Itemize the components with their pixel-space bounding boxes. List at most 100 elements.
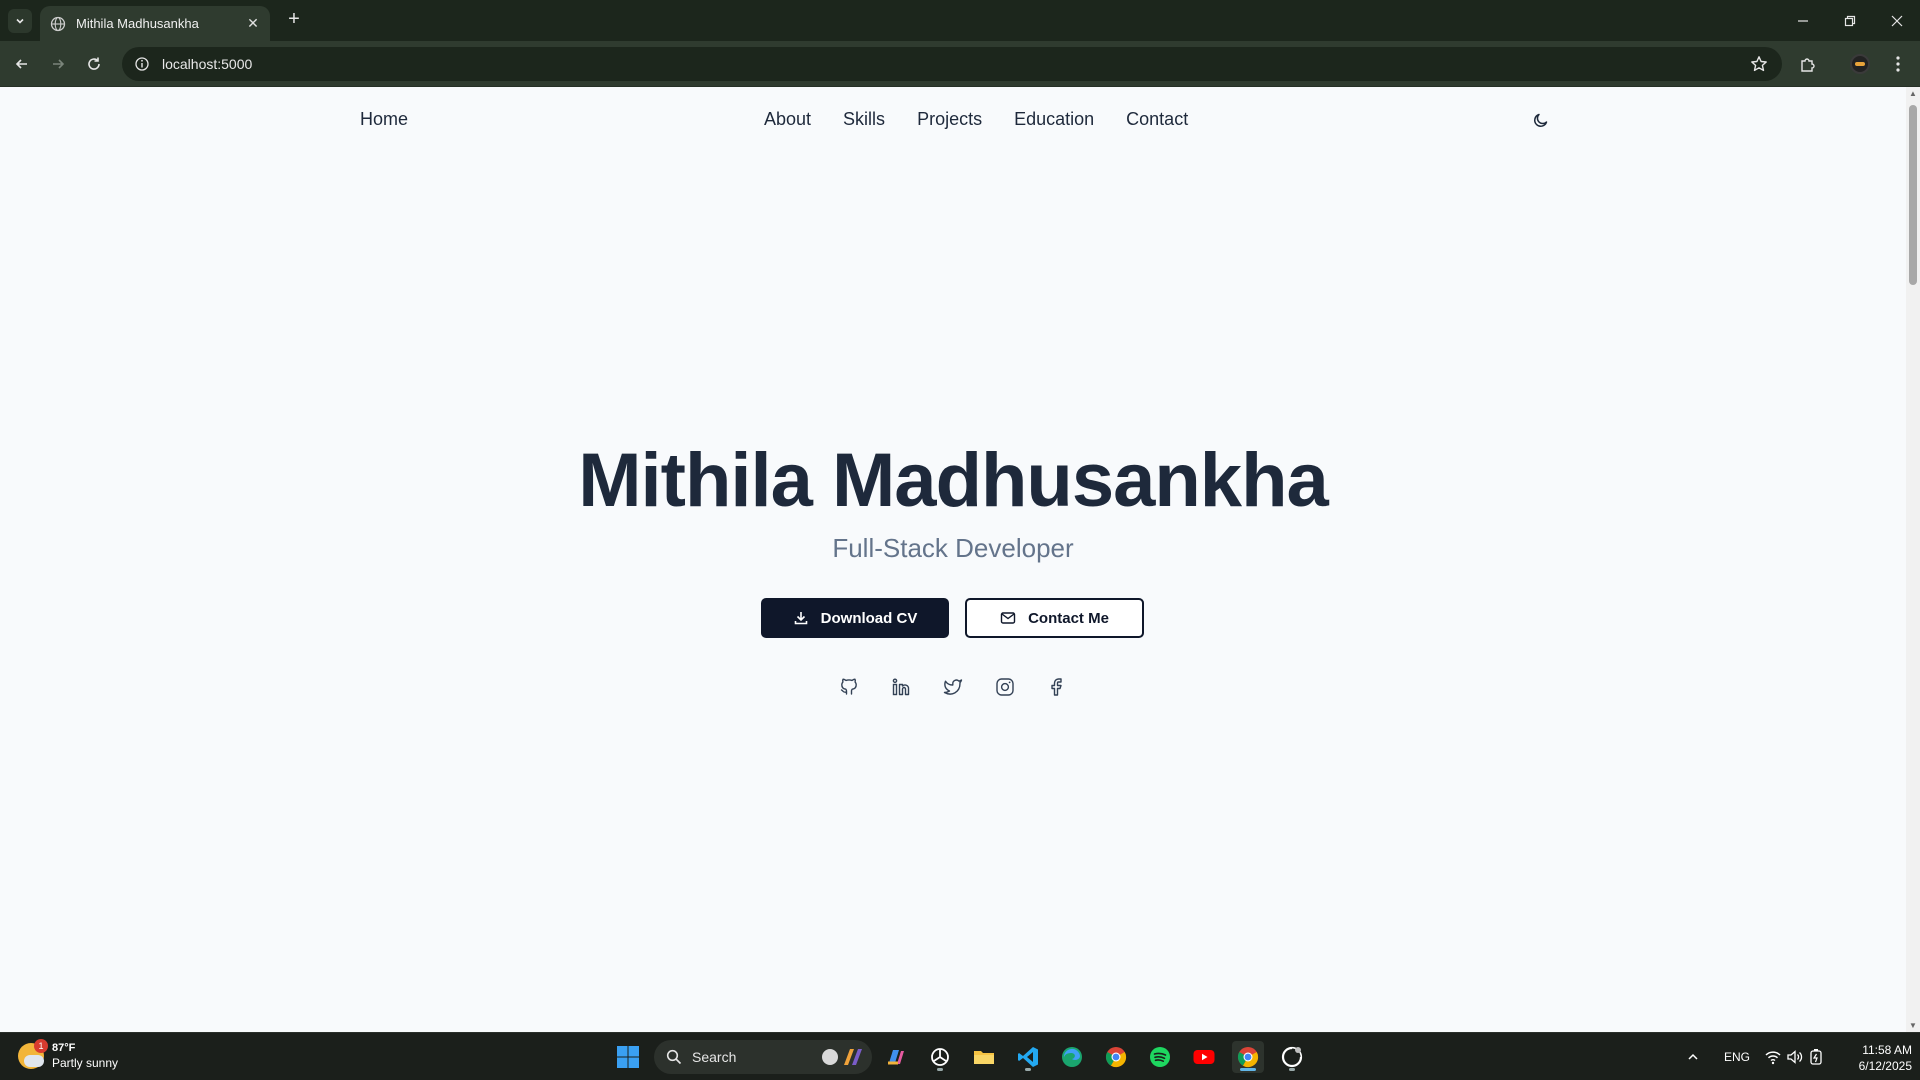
moon-icon [1534, 113, 1548, 127]
page-scrollbar[interactable]: ▲ ▼ [1906, 87, 1920, 1032]
avatar [1850, 54, 1870, 74]
browser-tab-active[interactable]: Mithila Madhusankha ✕ [40, 6, 270, 41]
download-cv-button[interactable]: Download CV [761, 598, 949, 638]
nav-link-contact[interactable]: Contact [1126, 109, 1188, 130]
minimize-button[interactable] [1780, 0, 1826, 41]
close-tab-icon[interactable]: ✕ [244, 15, 262, 32]
puzzle-icon [1801, 58, 1815, 72]
language-indicator[interactable]: ENG [1724, 1033, 1750, 1080]
restore-button[interactable] [1827, 0, 1873, 41]
forward-button[interactable] [46, 52, 70, 76]
volume-icon[interactable] [1786, 1033, 1804, 1080]
youtube-icon [1193, 1050, 1215, 1064]
app-icon [1281, 1046, 1303, 1068]
taskbar-chrome-active[interactable] [1232, 1041, 1264, 1073]
running-indicator [1289, 1068, 1295, 1071]
taskbar-spotify[interactable] [1144, 1041, 1176, 1073]
scroll-up-arrow[interactable]: ▲ [1909, 89, 1917, 98]
close-window-button[interactable] [1874, 0, 1920, 41]
taskbar-youtube[interactable] [1188, 1041, 1220, 1073]
reload-button[interactable] [82, 52, 106, 76]
hero-name: Mithila Madhusankha [578, 438, 1329, 523]
nav-link-skills[interactable]: Skills [843, 109, 885, 130]
mail-icon [1000, 612, 1016, 624]
hero-role: Full-Stack Developer [832, 533, 1074, 563]
globe-icon [50, 16, 66, 32]
bookmark-star-icon[interactable] [1750, 55, 1768, 78]
scrollbar-thumb[interactable] [1909, 105, 1917, 285]
contact-me-label: Contact Me [1028, 609, 1109, 627]
back-button[interactable] [10, 52, 34, 76]
search-highlight-icon [822, 1049, 862, 1065]
windows-logo-icon [617, 1046, 639, 1068]
close-icon [1891, 15, 1903, 26]
clock-date: 6/12/2025 [1858, 1059, 1912, 1073]
chrome-icon [1105, 1047, 1127, 1068]
battery-icon[interactable] [1808, 1033, 1824, 1080]
more-vertical-icon [1896, 56, 1900, 72]
chevron-down-icon [16, 18, 24, 24]
minimize-icon [1798, 19, 1808, 22]
clock-time: 11:58 AM [1862, 1043, 1912, 1057]
taskbar-edge[interactable] [1056, 1041, 1088, 1073]
instagram-icon[interactable] [994, 676, 1016, 698]
windows-taskbar: 1 87°F Partly sunny Search ENG 11:58 AM … [0, 1032, 1920, 1080]
nav-home-link[interactable]: Home [360, 109, 408, 130]
search-icon [666, 1049, 682, 1065]
copilot-icon [888, 1050, 904, 1065]
theme-toggle-button[interactable] [1530, 109, 1552, 131]
running-indicator [1025, 1068, 1031, 1071]
weather-condition: Partly sunny [52, 1056, 119, 1070]
reload-icon [88, 57, 100, 70]
weather-temperature: 87°F [52, 1042, 76, 1054]
github-icon[interactable] [838, 676, 860, 698]
profile-button[interactable] [1848, 52, 1872, 76]
running-indicator [937, 1068, 943, 1071]
restore-icon [1844, 15, 1856, 26]
browser-toolbar: localhost:5000 [0, 41, 1920, 87]
taskbar-chrome[interactable] [1100, 1041, 1132, 1073]
taskbar-chatgpt[interactable] [924, 1041, 956, 1073]
contact-me-button[interactable]: Contact Me [965, 598, 1144, 638]
tab-search-button[interactable] [8, 9, 32, 33]
folder-icon [974, 1051, 994, 1064]
page-viewport: Home About Skills Projects Education Con… [0, 87, 1906, 1032]
linkedin-icon[interactable] [890, 676, 912, 698]
taskbar-file-explorer[interactable] [968, 1041, 1000, 1073]
weather-icon: 1 [18, 1039, 48, 1069]
wifi-icon[interactable] [1764, 1033, 1782, 1080]
arrow-right-icon [53, 59, 65, 69]
download-icon [794, 612, 807, 625]
taskbar-copilot[interactable] [880, 1041, 912, 1073]
edge-icon [1062, 1047, 1082, 1067]
chevron-up-icon [1688, 1053, 1698, 1060]
nav-link-about[interactable]: About [764, 109, 811, 130]
nav-links: About Skills Projects Education Contact [764, 109, 1188, 130]
extensions-button[interactable] [1796, 52, 1820, 76]
twitter-icon[interactable] [942, 676, 964, 698]
weather-widget[interactable]: 1 87°F Partly sunny [18, 1039, 119, 1071]
social-links [0, 676, 1906, 698]
new-tab-button[interactable]: + [282, 8, 306, 32]
taskbar-vscode[interactable] [1012, 1041, 1044, 1073]
show-hidden-icons-button[interactable] [1686, 1033, 1700, 1080]
url-text: localhost:5000 [162, 56, 253, 72]
download-cv-label: Download CV [820, 609, 918, 627]
tab-title: Mithila Madhusankha [76, 16, 199, 31]
chatgpt-icon [931, 1048, 949, 1066]
active-indicator [1240, 1068, 1256, 1071]
nav-link-projects[interactable]: Projects [917, 109, 982, 130]
system-clock[interactable]: 11:58 AM 6/12/2025 [1838, 1042, 1912, 1074]
taskbar-search[interactable]: Search [654, 1040, 872, 1074]
browser-tab-strip: Mithila Madhusankha ✕ + [0, 0, 1920, 41]
taskbar-app[interactable] [1276, 1041, 1308, 1073]
site-info-icon[interactable] [134, 56, 150, 72]
start-button[interactable] [612, 1041, 644, 1073]
arrow-left-icon [15, 59, 27, 69]
nav-link-education[interactable]: Education [1014, 109, 1094, 130]
facebook-icon[interactable] [1046, 676, 1068, 698]
chrome-profile-icon [1237, 1047, 1259, 1068]
scroll-down-arrow[interactable]: ▼ [1909, 1021, 1917, 1030]
browser-menu-button[interactable] [1886, 52, 1910, 76]
address-bar[interactable]: localhost:5000 [122, 47, 1782, 81]
